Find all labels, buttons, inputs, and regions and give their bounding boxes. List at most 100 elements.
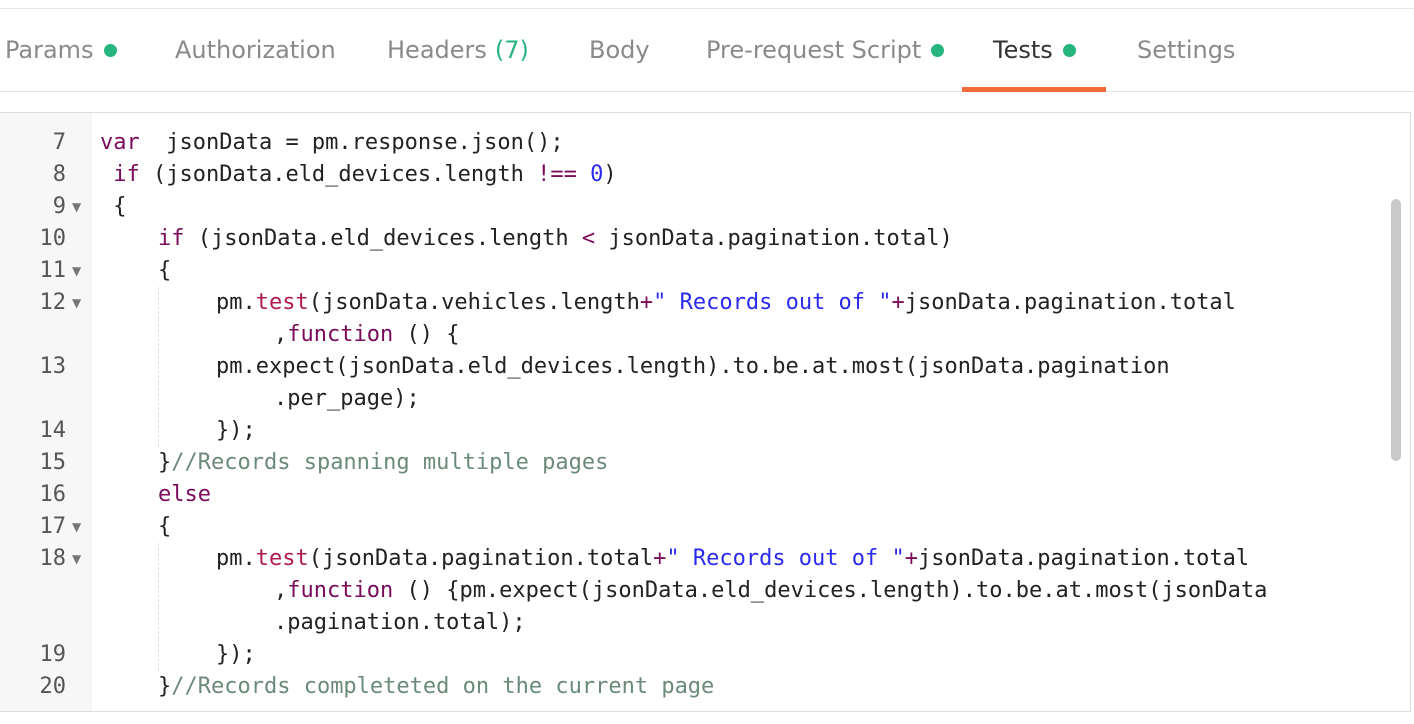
code-line[interactable]: 17 ▼ {	[0, 511, 1388, 543]
tab-label: Pre-request Script	[706, 36, 922, 64]
line-number: 11	[39, 258, 67, 283]
code-token: jsonData.pagination.total	[918, 546, 1250, 571]
indent-guide	[158, 383, 160, 415]
code-token: }	[158, 450, 172, 475]
tab-label: Params	[5, 36, 94, 64]
code-lines[interactable]: 7 var jsonData = pm.response.json(); 8 if …	[0, 113, 1388, 711]
code-line[interactable]: .per_page);	[0, 383, 1388, 415]
code-text: pm.test(jsonData.vehicles.length+" Recor…	[216, 287, 1236, 319]
code-line[interactable]: 11 ▼ {	[0, 255, 1388, 287]
tab-settings[interactable]: Settings	[1137, 9, 1235, 91]
code-token: {	[158, 258, 172, 283]
code-line[interactable]: 9 ▼ {	[0, 191, 1388, 223]
code-text: {	[158, 511, 171, 543]
line-number	[0, 383, 66, 415]
line-number: 20	[39, 674, 67, 699]
tab-tests[interactable]: Tests	[962, 9, 1106, 92]
code-token: if	[158, 226, 185, 251]
code-token: });	[216, 642, 256, 667]
line-number: 19	[39, 642, 67, 667]
code-text: });	[216, 415, 256, 447]
code-line[interactable]: .pagination.total);	[0, 607, 1388, 639]
code-token: (jsonData.vehicles.length	[308, 290, 640, 315]
code-token: " Records out of "	[666, 546, 905, 571]
code-line[interactable]: 18 ▼ pm.test(jsonData.pagination.total+" R…	[0, 543, 1388, 575]
indent-guide	[158, 287, 160, 319]
code-text: var jsonData = pm.response.json();	[100, 127, 564, 159]
line-number: 14	[39, 418, 67, 443]
tab-params[interactable]: Params	[5, 9, 117, 91]
code-token: !==	[537, 162, 577, 187]
green-dot-icon	[103, 43, 117, 57]
tab-headers[interactable]: Headers (7)	[387, 9, 529, 91]
code-line[interactable]: 7 var jsonData = pm.response.json();	[0, 127, 1388, 159]
code-text: }//Records completeted on the current pa…	[158, 671, 714, 703]
indent-guide	[158, 607, 160, 639]
code-line[interactable]: 10 if (jsonData.eld_devices.length < json…	[0, 223, 1388, 255]
code-text: ,function () {	[274, 319, 459, 351]
code-line[interactable]: ,function () {	[0, 319, 1388, 351]
code-token: () {pm.expect(jsonData.eld_devices.lengt…	[393, 578, 1268, 603]
code-token: +	[891, 290, 905, 315]
indent-guide	[158, 415, 160, 447]
tab-authorization[interactable]: Authorization	[175, 9, 336, 91]
green-dot-icon	[1062, 43, 1076, 57]
code-token: .pagination.total);	[274, 610, 526, 635]
tab-label: Tests	[993, 36, 1053, 64]
code-token: pm.expect(jsonData.eld_devices.length).t…	[216, 354, 1170, 379]
code-token: {	[100, 194, 127, 219]
indent-guide	[158, 319, 160, 351]
code-line[interactable]: 12 ▼ pm.test(jsonData.vehicles.length+" Re…	[0, 287, 1388, 319]
code-token: if	[100, 162, 140, 187]
code-line[interactable]: 15 }//Records spanning multiple pages	[0, 447, 1388, 479]
chevron-down-icon[interactable]: ▼	[72, 191, 81, 223]
line-number	[0, 575, 66, 607]
code-line[interactable]: 13 pm.expect(jsonData.eld_devices.length)…	[0, 351, 1388, 383]
code-text: pm.expect(jsonData.eld_devices.length).t…	[216, 351, 1170, 383]
code-line[interactable]: 16 else	[0, 479, 1388, 511]
chevron-down-icon[interactable]: ▼	[72, 255, 81, 287]
code-token: //Records completeted on the current pag…	[171, 674, 715, 699]
line-number: 10	[39, 226, 67, 251]
chevron-down-icon[interactable]: ▼	[72, 287, 81, 319]
request-tab-bar: Params Authorization Headers (7) Body Pre-req…	[0, 9, 1414, 92]
chevron-down-icon[interactable]: ▼	[72, 543, 81, 575]
code-text: .pagination.total);	[274, 607, 526, 639]
code-text: if (jsonData.eld_devices.length !== 0)	[100, 159, 617, 191]
code-line[interactable]: 14});	[0, 415, 1388, 447]
code-line[interactable]: 19});	[0, 639, 1388, 671]
code-token: jsonData = pm.response.json();	[139, 130, 564, 155]
tab-label: Body	[589, 36, 650, 64]
code-token: +	[639, 290, 654, 315]
tab-pre-request-script[interactable]: Pre-request Script	[706, 9, 945, 91]
line-number: 18	[39, 546, 67, 571]
code-text: }//Records spanning multiple pages	[158, 447, 608, 479]
line-number	[0, 319, 66, 351]
code-token: .per_page);	[274, 386, 420, 411]
code-line[interactable]: 20 }//Records completeted on the current …	[0, 671, 1388, 703]
code-line[interactable]: 8 if (jsonData.eld_devices.length !== 0)	[0, 159, 1388, 191]
chevron-down-icon[interactable]: ▼	[72, 511, 81, 543]
code-text: if (jsonData.eld_devices.length < jsonDa…	[158, 223, 953, 255]
code-text: ,function () {pm.expect(jsonData.eld_dev…	[274, 575, 1267, 607]
tab-body[interactable]: Body	[589, 9, 650, 91]
code-text: .per_page);	[274, 383, 420, 415]
line-number: 7	[52, 130, 66, 155]
indent-guide	[158, 575, 160, 607]
code-line[interactable]: ,function () {pm.expect(jsonData.eld_dev…	[0, 575, 1388, 607]
code-token: {	[158, 514, 172, 539]
code-editor[interactable]: 7 var jsonData = pm.response.json(); 8 if …	[0, 112, 1411, 712]
indent-guide	[158, 351, 160, 383]
line-number: 9	[52, 194, 66, 219]
code-token: (jsonData.eld_devices.length	[139, 162, 538, 187]
line-number: 15	[39, 450, 67, 475]
tab-label: Settings	[1137, 36, 1236, 64]
tab-count-badge: (7)	[494, 36, 529, 64]
code-token: )	[603, 162, 617, 187]
active-tab-indicator	[962, 87, 1106, 92]
line-number: 8	[52, 162, 66, 187]
code-token: +	[653, 546, 667, 571]
code-token: " Records out of "	[653, 290, 892, 315]
scrollbar-thumb[interactable]	[1391, 199, 1401, 461]
code-token: () {	[393, 322, 460, 347]
